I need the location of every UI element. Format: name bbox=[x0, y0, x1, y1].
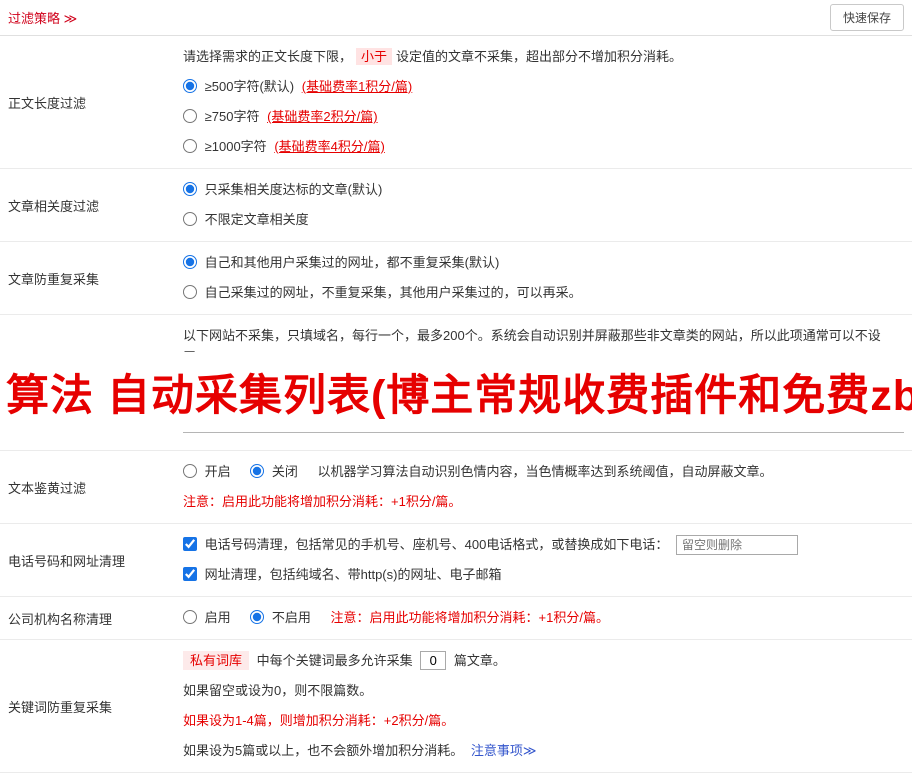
relevance-option-strict-label: 只采集相关度达标的文章(默认) bbox=[204, 182, 383, 197]
length-filter-intro: 请选择需求的正文长度下限， 小于 设定值的文章不采集，超出部分不增加积分消耗。 bbox=[183, 42, 904, 72]
page-title[interactable]: 过滤策略 ≫ bbox=[8, 8, 77, 27]
notes-link[interactable]: 注意事项≫ bbox=[471, 743, 537, 758]
row-content-keyword-dedup: 私有词库 中每个关键词最多允许采集 篇文章。 如果留空或设为0，则不限篇数。 如… bbox=[175, 640, 912, 772]
row-label-length-filter: 正文长度过滤 bbox=[8, 95, 87, 111]
keyword-dedup-line1: 私有词库 中每个关键词最多允许采集 篇文章。 bbox=[183, 646, 904, 676]
porn-filter-off-radio[interactable] bbox=[250, 464, 265, 478]
quick-save-button[interactable]: 快速保存 bbox=[829, 4, 904, 31]
row-company-clean: 公司机构名称清理 启用 不启用 注意：启用此功能将增加积分消耗：+1积分/篇。 bbox=[0, 597, 912, 640]
url-clean-label: 网址清理，包括纯域名、带http(s)的网址、电子邮箱 bbox=[204, 567, 502, 582]
row-label-dedup-filter: 文章防重复采集 bbox=[8, 271, 100, 287]
company-clean-options: 启用 不启用 注意：启用此功能将增加积分消耗：+1积分/篇。 bbox=[183, 603, 904, 633]
relevance-option-any-label: 不限定文章相关度 bbox=[204, 212, 309, 227]
length-option-750-radio[interactable] bbox=[183, 109, 197, 123]
keyword-dedup-line1-end: 篇文章。 bbox=[453, 653, 506, 668]
length-option-500-label: ≥500字符(默认) bbox=[204, 79, 295, 94]
row-content-length-filter: 请选择需求的正文长度下限， 小于 设定值的文章不采集，超出部分不增加积分消耗。 ≥5… bbox=[175, 36, 912, 168]
row-content-dedup-filter: 自己和其他用户采集过的网址，都不重复采集(默认) 自己采集过的网址，不重复采集，… bbox=[175, 242, 912, 314]
dedup-option-self: 自己采集过的网址，不重复采集，其他用户采集过的，可以再采。 bbox=[183, 278, 904, 308]
watermark-banner-text: 算法 自动采集列表(博主常规收费插件和免费zb bbox=[6, 372, 912, 420]
dedup-option-global-label: 自己和其他用户采集过的网址，都不重复采集(默认) bbox=[204, 255, 500, 270]
length-filter-intro-post: 设定值的文章不采集，超出部分不增加积分消耗。 bbox=[396, 49, 683, 64]
porn-filter-description: 以机器学习算法自动识别色情内容，当色情概率达到系统阈值，自动屏蔽文章。 bbox=[317, 464, 773, 479]
porn-filter-note: 注意：启用此功能将增加积分消耗：+1积分/篇。 bbox=[183, 494, 462, 509]
row-dedup-filter: 文章防重复采集 自己和其他用户采集过的网址，都不重复采集(默认) 自己采集过的网… bbox=[0, 242, 912, 315]
keyword-dedup-line1-mid: 中每个关键词最多允许采集 bbox=[256, 653, 413, 668]
relevance-option-any: 不限定文章相关度 bbox=[183, 205, 904, 235]
row-label-porn-filter: 文本鉴黄过滤 bbox=[8, 480, 87, 496]
phone-clean-label: 电话号码清理，包括常见的手机号、座机号、400电话格式，或替换成如下电话： bbox=[204, 537, 669, 552]
relevance-option-any-radio[interactable] bbox=[183, 212, 197, 226]
row-label-relevance-filter: 文章相关度过滤 bbox=[8, 198, 100, 214]
porn-filter-options: 开启 关闭 以机器学习算法自动识别色情内容，当色情概率达到系统阈值，自动屏蔽文章… bbox=[183, 457, 904, 487]
row-porn-filter: 文本鉴黄过滤 开启 关闭 以机器学习算法自动识别色情内容，当色情概率达到系统阈值… bbox=[0, 451, 912, 524]
length-filter-intro-highlight: 小于 bbox=[356, 48, 393, 65]
length-option-500-radio[interactable] bbox=[183, 79, 197, 93]
dedup-option-self-radio[interactable] bbox=[183, 285, 197, 299]
phone-clean-checkbox[interactable] bbox=[183, 537, 197, 551]
length-filter-intro-pre: 请选择需求的正文长度下限， bbox=[183, 49, 353, 64]
company-clean-on-label: 启用 bbox=[204, 610, 231, 625]
row-phone-url-clean: 电话号码和网址清理 电话号码清理，包括常见的手机号、座机号、400电话格式，或替… bbox=[0, 524, 912, 597]
private-lexicon-tag: 私有词库 bbox=[183, 651, 250, 670]
url-clean-checkbox[interactable] bbox=[183, 567, 197, 581]
top-bar: 过滤策略 ≫ 快速保存 bbox=[0, 0, 912, 36]
length-option-1000: ≥1000字符 (基础费率4积分/篇) bbox=[183, 132, 904, 162]
watermark-banner: 算法 自动采集列表(博主常规收费插件和免费zb bbox=[0, 352, 912, 432]
phone-clean-option: 电话号码清理，包括常见的手机号、座机号、400电话格式，或替换成如下电话： bbox=[183, 530, 904, 560]
row-length-filter: 正文长度过滤 请选择需求的正文长度下限， 小于 设定值的文章不采集，超出部分不增加积… bbox=[0, 36, 912, 169]
length-option-750-label: ≥750字符 bbox=[204, 109, 260, 124]
length-option-1000-note: (基础费率4积分/篇) bbox=[274, 139, 385, 154]
row-content-porn-filter: 开启 关闭 以机器学习算法自动识别色情内容，当色情概率达到系统阈值，自动屏蔽文章… bbox=[175, 451, 912, 523]
company-clean-off-label: 不启用 bbox=[271, 610, 311, 625]
row-relevance-filter: 文章相关度过滤 只采集相关度达标的文章(默认) 不限定文章相关度 bbox=[0, 169, 912, 242]
dedup-option-global-radio[interactable] bbox=[183, 255, 197, 269]
row-label-keyword-dedup: 关键词防重复采集 bbox=[8, 699, 113, 715]
length-option-500: ≥500字符(默认) (基础费率1积分/篇) bbox=[183, 72, 904, 102]
row-label-company-clean: 公司机构名称清理 bbox=[8, 611, 113, 627]
url-clean-option: 网址清理，包括纯域名、带http(s)的网址、电子邮箱 bbox=[183, 560, 904, 590]
length-option-750: ≥750字符 (基础费率2积分/篇) bbox=[183, 102, 904, 132]
porn-filter-on-label: 开启 bbox=[204, 464, 231, 479]
dedup-option-self-label: 自己采集过的网址，不重复采集，其他用户采集过的，可以再采。 bbox=[204, 285, 582, 300]
length-option-500-note: (基础费率1积分/篇) bbox=[301, 79, 413, 94]
row-keyword-dedup: 关键词防重复采集 私有词库 中每个关键词最多允许采集 篇文章。 如果留空或设为0… bbox=[0, 640, 912, 773]
row-content-company-clean: 启用 不启用 注意：启用此功能将增加积分消耗：+1积分/篇。 bbox=[175, 597, 912, 639]
dedup-option-global: 自己和其他用户采集过的网址，都不重复采集(默认) bbox=[183, 248, 904, 278]
keyword-dedup-line4: 如果设为5篇或以上，也不会额外增加积分消耗。 注意事项≫ bbox=[183, 736, 904, 766]
company-clean-off-radio[interactable] bbox=[250, 610, 265, 624]
company-clean-note: 注意：启用此功能将增加积分消耗：+1积分/篇。 bbox=[330, 610, 609, 625]
phone-replace-input[interactable] bbox=[675, 535, 798, 555]
keyword-dedup-line4-text: 如果设为5篇或以上，也不会额外增加积分消耗。 bbox=[183, 743, 464, 758]
row-content-relevance-filter: 只采集相关度达标的文章(默认) 不限定文章相关度 bbox=[175, 169, 912, 241]
porn-filter-on-radio[interactable] bbox=[183, 464, 197, 478]
relevance-option-strict: 只采集相关度达标的文章(默认) bbox=[183, 175, 904, 205]
company-clean-on-radio[interactable] bbox=[183, 610, 197, 624]
keyword-dedup-line3: 如果设为1-4篇，则增加积分消耗：+2积分/篇。 bbox=[183, 713, 455, 728]
row-content-phone-url-clean: 电话号码清理，包括常见的手机号、座机号、400电话格式，或替换成如下电话： 网址… bbox=[175, 524, 912, 596]
keyword-count-input[interactable] bbox=[420, 651, 447, 670]
row-label-phone-url-clean: 电话号码和网址清理 bbox=[8, 553, 126, 569]
relevance-option-strict-radio[interactable] bbox=[183, 182, 197, 196]
porn-filter-off-label: 关闭 bbox=[271, 464, 298, 479]
length-option-1000-radio[interactable] bbox=[183, 139, 197, 153]
length-option-1000-label: ≥1000字符 bbox=[204, 139, 267, 154]
length-option-750-note: (基础费率2积分/篇) bbox=[267, 109, 378, 124]
keyword-dedup-line2: 如果留空或设为0，则不限篇数。 bbox=[183, 683, 373, 698]
